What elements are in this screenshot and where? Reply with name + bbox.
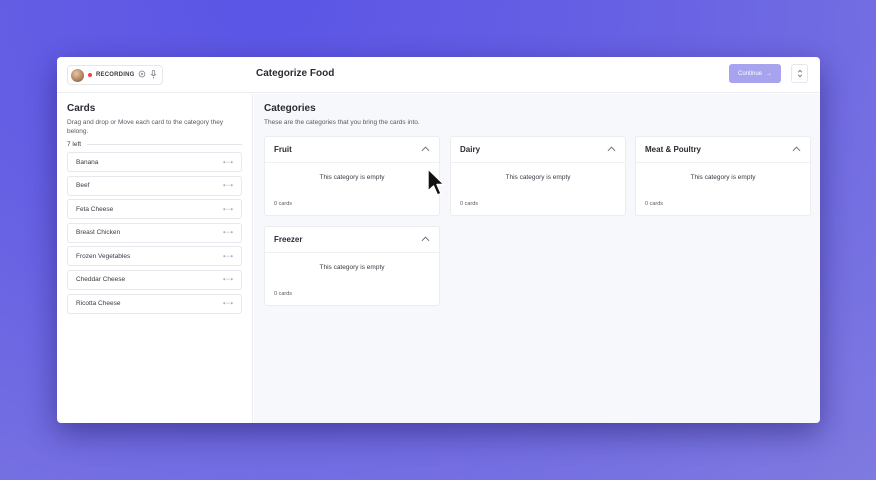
card-item[interactable]: Banana ⇠⇢	[67, 152, 242, 172]
category-header: Dairy	[451, 137, 625, 163]
category-name: Fruit	[274, 145, 292, 154]
card-item[interactable]: Breast Chicken ⇠⇢	[67, 222, 242, 243]
card-item[interactable]: Cheddar Cheese ⇠⇢	[67, 269, 242, 290]
category-empty-text: This category is empty	[319, 264, 385, 271]
card-label: Cheddar Cheese	[76, 276, 126, 284]
chevron-up-icon[interactable]	[607, 145, 616, 154]
categories-description: These are the categories that you bring …	[264, 119, 420, 126]
category-drop-zone-dairy[interactable]: Dairy This category is empty 0 cards	[450, 136, 626, 216]
settings-icon[interactable]	[138, 70, 146, 80]
recording-dot-icon	[88, 73, 92, 77]
card-label: Banana	[76, 158, 99, 166]
move-icon[interactable]: ⇠⇢	[223, 253, 233, 260]
card-item[interactable]: Feta Cheese ⇠⇢	[67, 199, 242, 220]
category-card-count: 0 cards	[274, 291, 293, 297]
category-name: Meat & Poultry	[645, 145, 702, 154]
category-empty-text: This category is empty	[319, 174, 385, 181]
move-icon[interactable]: ⇠⇢	[223, 276, 233, 283]
divider	[87, 144, 242, 145]
chevron-up-icon[interactable]	[421, 145, 430, 154]
card-item[interactable]: Ricotta Cheese ⇠⇢	[67, 293, 242, 314]
cards-left-count: 7 left	[67, 141, 82, 148]
card-item[interactable]: Beef ⇠⇢	[67, 175, 242, 196]
expand-toggle-button[interactable]	[791, 64, 808, 83]
card-label: Beef	[76, 182, 90, 190]
microphone-icon[interactable]	[150, 69, 157, 81]
move-icon[interactable]: ⇠⇢	[223, 159, 233, 166]
card-label: Frozen Vegetables	[76, 252, 131, 260]
cards-description: Drag and drop or Move each card to the c…	[67, 119, 224, 135]
move-icon[interactable]: ⇠⇢	[223, 229, 233, 236]
category-empty-text: This category is empty	[505, 174, 571, 181]
category-header: Fruit	[265, 137, 439, 163]
cards-panel: Cards Drag and drop or Move each card to…	[57, 94, 253, 423]
move-icon[interactable]: ⇠⇢	[223, 182, 233, 189]
category-empty-text: This category is empty	[690, 174, 756, 181]
category-drop-zone-meat-poultry[interactable]: Meat & Poultry This category is empty 0 …	[635, 136, 811, 216]
category-name: Dairy	[460, 145, 481, 154]
card-label: Ricotta Cheese	[76, 300, 121, 308]
chevron-up-icon[interactable]	[421, 235, 430, 244]
category-header: Freezer	[265, 227, 439, 253]
chevron-up-icon[interactable]	[792, 145, 801, 154]
avatar	[71, 68, 84, 82]
categories-title: Categories	[264, 103, 316, 114]
category-card-count: 0 cards	[274, 201, 293, 207]
page-title: Categorize Food	[256, 68, 335, 79]
continue-label: Continue	[737, 70, 763, 77]
card-label: Feta Cheese	[76, 205, 114, 213]
move-icon[interactable]: ⇠⇢	[223, 300, 233, 307]
arrow-right-icon: →	[766, 70, 773, 77]
chevron-up-down-icon	[797, 69, 802, 78]
category-card-count: 0 cards	[645, 201, 664, 207]
category-card-count: 0 cards	[460, 201, 479, 207]
category-name: Freezer	[274, 235, 303, 244]
card-item[interactable]: Frozen Vegetables ⇠⇢	[67, 246, 242, 267]
app-window: RECORDING Categorize Food Continue → Car…	[57, 57, 820, 423]
categories-panel: Categories These are the categories that…	[254, 94, 820, 423]
continue-button[interactable]: Continue →	[729, 64, 781, 83]
mouse-pointer-icon	[427, 168, 445, 196]
cards-left-row: 7 left	[67, 141, 242, 148]
category-header: Meat & Poultry	[636, 137, 810, 163]
card-list: Banana ⇠⇢ Beef ⇠⇢ Feta Cheese ⇠⇢ Breast Chi…	[67, 152, 242, 314]
card-label: Breast Chicken	[76, 229, 121, 237]
recording-indicator[interactable]: RECORDING	[67, 65, 163, 85]
cards-title: Cards	[67, 103, 96, 114]
top-bar: RECORDING Categorize Food Continue →	[57, 57, 820, 93]
move-icon[interactable]: ⇠⇢	[223, 206, 233, 213]
recording-label: RECORDING	[96, 72, 135, 78]
category-drop-zone-freezer[interactable]: Freezer This category is empty 0 cards	[264, 226, 440, 306]
category-drop-zone-fruit[interactable]: Fruit This category is empty 0 cards	[264, 136, 440, 216]
